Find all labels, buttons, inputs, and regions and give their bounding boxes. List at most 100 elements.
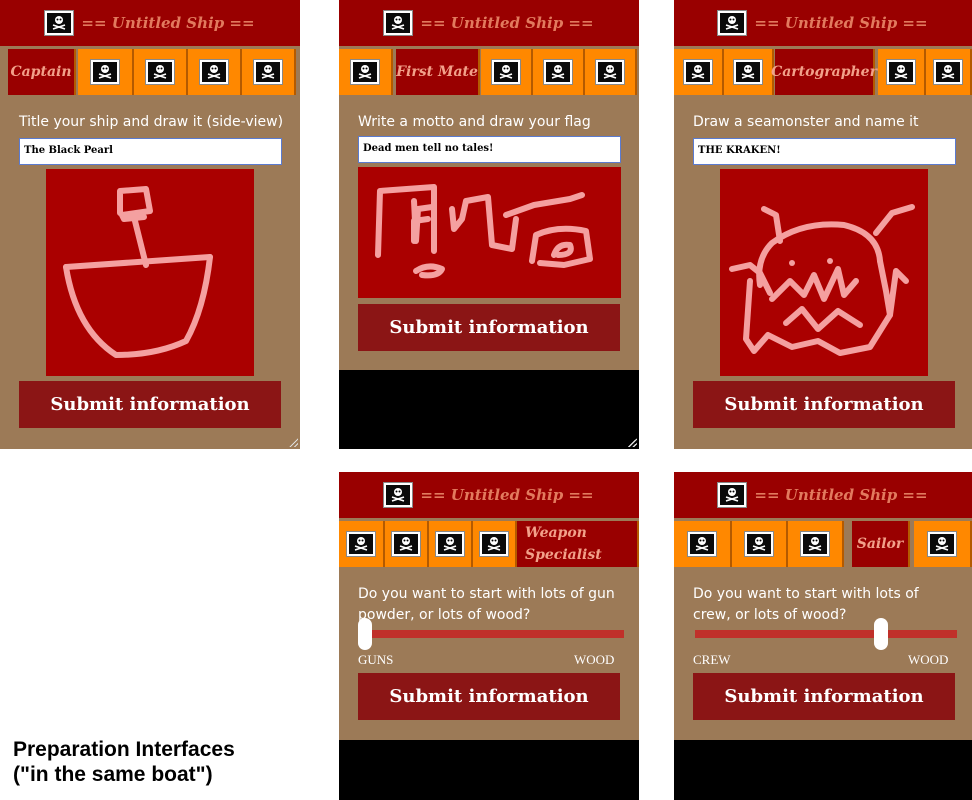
tab-sailor[interactable] [242,49,296,95]
figure-caption: Preparation Interfaces ("in the same boa… [13,737,235,787]
empty-area [339,740,639,800]
pirate-flag-icon [480,532,508,556]
slider-thumb[interactable] [873,618,888,650]
pirate-flag-icon [384,483,413,507]
tab-label: Sailor [856,536,904,552]
pirate-flag-icon [718,11,747,35]
tab-label: First Mate [396,64,478,80]
ship-header: == Untitled Ship == [339,0,639,46]
tab-cartographer[interactable] [481,49,533,95]
tab-weapon-specialist[interactable] [533,49,585,95]
tab-first-mate[interactable]: First Mate [396,49,480,95]
role-tabs: First Mate [339,49,639,95]
resize-handle[interactable] [628,438,637,447]
role-tabs: Cartographer [674,49,972,95]
slider-max-label: WOOD [574,652,615,667]
pirate-flag-icon [718,483,747,507]
weapon-specialist-panel: == Untitled Ship == Weapon Specialist Do… [339,472,639,800]
pirate-flag-icon [734,60,762,84]
tab-label: Cartographer [771,64,877,80]
pirate-flag-icon [544,60,572,84]
cartographer-panel: == Untitled Ship == Cartographer Draw a … [674,0,972,449]
submit-button[interactable]: Submit information [358,673,620,720]
slider-min-label: CREW [693,652,731,667]
first-mate-panel: == Untitled Ship == First Mate Write a m… [339,0,639,449]
slider-track[interactable] [695,630,957,638]
pirate-flag-icon [745,532,773,556]
pirate-flag-icon [254,60,282,84]
prompt-text: Write a motto and draw your flag [358,114,591,130]
pirate-flag-icon [146,60,174,84]
drawing-canvas[interactable] [358,167,621,298]
tab-label: Captain [10,64,72,80]
empty-area [339,370,639,449]
tab-sailor[interactable] [473,521,517,567]
role-tabs: Captain [0,49,300,95]
pirate-flag-icon [934,60,962,84]
tab-cartographer[interactable] [134,49,188,95]
pirate-flag-icon [928,532,956,556]
ship-title: == Untitled Ship == [420,14,594,32]
caption-line-1: Preparation Interfaces [13,738,235,761]
pirate-flag-icon [200,60,228,84]
tab-captain[interactable] [339,49,393,95]
submit-button[interactable]: Submit information [19,381,281,428]
monster-name-input[interactable]: THE KRAKEN! [693,138,956,165]
tab-label: Weapon Specialist [525,522,602,566]
tab-sailor[interactable] [585,49,637,95]
tab-captain[interactable] [339,521,385,567]
role-tabs: Weapon Specialist [339,521,639,567]
tab-captain[interactable]: Captain [8,49,76,95]
tab-weapon-specialist[interactable]: Weapon Specialist [517,521,639,567]
submit-button[interactable]: Submit information [693,673,955,720]
tab-sailor[interactable]: Sailor [852,521,910,567]
ship-header: == Untitled Ship == [339,472,639,518]
ship-name-input[interactable]: The Black Pearl [19,138,282,165]
drawing-canvas[interactable] [46,169,254,376]
tab-weapon-specialist[interactable] [878,49,926,95]
tab-sailor[interactable] [926,49,972,95]
tab-cartographer[interactable]: Cartographer [771,49,877,95]
tab-captain[interactable] [674,521,732,567]
tab-first-mate[interactable] [732,521,788,567]
submit-button[interactable]: Submit information [358,304,620,351]
tab-cartographer[interactable] [429,521,473,567]
tab-first-mate[interactable] [385,521,429,567]
tab-weapon-specialist[interactable] [914,521,972,567]
tab-cartographer[interactable] [788,521,844,567]
prompt-text: Title your ship and draw it (side-view) [19,114,284,130]
pirate-flag-icon [45,11,74,35]
seamonster-drawing [729,204,915,356]
ship-title: == Untitled Ship == [754,486,928,504]
pirate-flag-icon [492,60,520,84]
pirate-flag-icon [887,60,915,84]
sailor-panel: == Untitled Ship == Sailor Do you want t… [674,472,972,800]
ship-header: == Untitled Ship == [0,0,300,46]
pirate-flag-icon [347,532,375,556]
slider-min-label: GUNS [358,652,394,667]
resize-handle[interactable] [289,438,298,447]
pirate-flag-icon [436,532,464,556]
tab-label-line1: Weapon [525,525,587,541]
prompt-text: Draw a seamonster and name it [693,114,919,130]
role-tabs: Sailor [674,521,972,567]
caption-line-2: ("in the same boat") [13,763,213,786]
motto-input[interactable]: Dead men tell no tales! [358,136,621,163]
tab-first-mate[interactable] [78,49,134,95]
prompt-text: Do you want to start with lots of crew, … [693,586,919,623]
tab-label-line2: Specialist [525,547,602,563]
pirate-flag-icon [384,11,413,35]
pirate-flag-icon [596,60,624,84]
pirate-flag-icon [351,60,379,84]
slider-track[interactable] [358,630,624,638]
slider-max-label: WOOD [908,652,949,667]
slider-thumb[interactable] [358,618,372,650]
tab-captain[interactable] [674,49,724,95]
ship-title: == Untitled Ship == [81,14,255,32]
tab-first-mate[interactable] [724,49,774,95]
drawing-canvas[interactable] [720,169,928,376]
tab-weapon-specialist[interactable] [188,49,242,95]
pirate-flag-icon [801,532,829,556]
ship-title: == Untitled Ship == [754,14,928,32]
submit-button[interactable]: Submit information [693,381,955,428]
